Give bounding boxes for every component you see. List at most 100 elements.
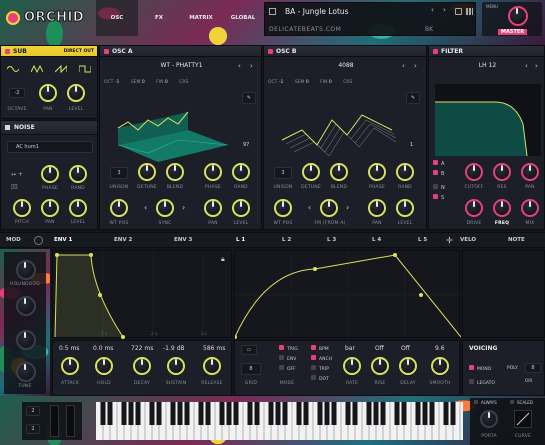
osc-a-oct-value[interactable]: -1 (115, 80, 120, 85)
route-n[interactable]: N (433, 184, 447, 194)
osc-a-detune-knob[interactable] (138, 163, 156, 181)
route-a[interactable]: A (433, 160, 447, 170)
rate-knob[interactable] (343, 357, 361, 375)
tab-matrix[interactable]: MATRIX (180, 0, 222, 36)
lfo-dot-option[interactable]: DOT (311, 375, 332, 385)
osc-b-oct-value[interactable]: -1 (279, 80, 284, 85)
tab-lfo4[interactable]: L 4 (372, 237, 381, 243)
filter-display[interactable] (435, 84, 541, 157)
tab-osc[interactable]: OSC (96, 0, 138, 36)
osc-b-pan-knob[interactable] (368, 199, 386, 217)
noise-rand-knob[interactable] (69, 165, 87, 183)
filter-type[interactable]: LH 12 (479, 62, 496, 69)
macro-3-knob[interactable] (16, 330, 36, 350)
decay-knob[interactable] (133, 357, 151, 375)
osc-b-phase-knob[interactable] (368, 163, 386, 181)
octave-stepper[interactable]: -2 (9, 88, 25, 98)
filter-prev-icon[interactable]: ‹ (525, 62, 528, 70)
filter-drive-knob[interactable] (465, 199, 483, 217)
sub-pan-knob[interactable] (39, 84, 57, 102)
osc-b-edit-button[interactable]: ✎ (406, 92, 420, 104)
next-preset-icon[interactable]: › (443, 6, 446, 14)
square-wave-icon[interactable] (79, 64, 91, 74)
noise-level-knob[interactable] (69, 199, 87, 217)
filter-res-knob[interactable] (493, 163, 511, 181)
pitch-down-stepper[interactable]: 2 (26, 424, 40, 434)
osc-a-edit-button[interactable]: ✎ (242, 92, 256, 104)
release-knob[interactable] (203, 357, 221, 375)
osc-b-wavetable-display[interactable] (272, 90, 398, 168)
menu-label[interactable]: MENU (486, 4, 498, 9)
lock-icon[interactable]: 🔒︎ (221, 255, 225, 264)
osc-a-blend-knob[interactable] (166, 163, 184, 181)
osc-a-next-icon[interactable]: › (250, 62, 253, 70)
porta-knob[interactable] (480, 410, 498, 428)
osc-b-wavetable-name[interactable]: 4088 (338, 62, 353, 69)
pitch-wheel[interactable] (50, 405, 59, 437)
filter-pan-knob[interactable] (521, 163, 539, 181)
osc-a-wavetable-name[interactable]: WT - PHATTY1 (160, 62, 202, 69)
random-icon[interactable] (455, 8, 462, 15)
osc-a-rand-knob[interactable] (232, 163, 250, 181)
osc-a-sem-value[interactable]: 0 (142, 80, 145, 85)
lfo-bpm-option[interactable]: BPM (311, 345, 332, 355)
route-s[interactable]: S (433, 194, 447, 204)
mod-power-icon[interactable] (34, 236, 43, 245)
velo-move-icon[interactable]: ✛ (446, 236, 453, 245)
sine-wave-icon[interactable] (7, 64, 19, 74)
always-option[interactable]: ALWAYS (474, 400, 497, 405)
filter-power[interactable] (433, 48, 438, 54)
pitch-up-stepper[interactable]: 2 (26, 406, 40, 416)
mono-option[interactable]: MONO (469, 365, 491, 372)
osc-a-sync-right-icon[interactable]: › (182, 203, 185, 212)
poly-stepper[interactable]: 8 (525, 363, 541, 373)
osc-b-next-icon[interactable]: › (414, 62, 417, 70)
lfo-trig-option[interactable]: TRIG (279, 345, 298, 355)
noise-power[interactable] (5, 125, 10, 130)
lfo-draw-button[interactable]: ▭ (241, 345, 257, 355)
osc-b-power[interactable] (268, 48, 273, 54)
osc-b-prev-icon[interactable]: ‹ (402, 62, 405, 70)
prev-preset-icon[interactable]: ‹ (431, 6, 434, 14)
filter-next-icon[interactable]: › (535, 62, 538, 70)
tab-lfo5[interactable]: L 5 (418, 237, 427, 243)
lfo-grid-stepper[interactable]: 8 (241, 363, 261, 375)
osc-b-fm-right-icon[interactable]: › (346, 203, 349, 212)
hold-knob[interactable] (95, 357, 113, 375)
osc-a-pan-knob[interactable] (204, 199, 222, 217)
grid-icon[interactable] (466, 8, 473, 15)
noise-preset-select[interactable]: AC hum1 (7, 141, 93, 153)
noise-trigger-icon[interactable]: ↔ + (11, 171, 23, 178)
osc-b-blend-knob[interactable] (330, 163, 348, 181)
osc-a-prev-icon[interactable]: ‹ (238, 62, 241, 70)
legato-option[interactable]: LEGATO (469, 379, 495, 386)
osc-b-frame[interactable]: 1 (410, 142, 413, 148)
route-b[interactable]: B (433, 170, 447, 184)
sub-level-knob[interactable] (67, 84, 85, 102)
noise-phase-knob[interactable] (41, 165, 59, 183)
saw-wave-icon[interactable] (55, 64, 67, 74)
mod-wheel[interactable] (66, 405, 75, 437)
scaled-option[interactable]: SCALED (510, 400, 533, 405)
lfo-off-option[interactable]: OFF (279, 365, 298, 375)
delay-knob[interactable] (399, 357, 417, 375)
tab-lfo3[interactable]: L 3 (327, 237, 336, 243)
save-icon[interactable] (269, 8, 276, 15)
osc-a-unison-stepper[interactable]: 3 (110, 167, 128, 179)
envelope-display[interactable]: 1 s 2 s 3 s (52, 250, 232, 339)
osc-a-sync-knob[interactable] (156, 199, 174, 217)
osc-a-wtpos-knob[interactable] (110, 199, 128, 217)
master-knob[interactable] (508, 6, 528, 26)
osc-b-sem-value[interactable]: 0 (306, 80, 309, 85)
lfo-anch-option[interactable]: ANCH (311, 355, 332, 365)
osc-a-fin-value[interactable]: 0 (165, 80, 168, 85)
tab-env2[interactable]: ENV 2 (114, 237, 132, 243)
osc-a-frame[interactable]: 97 (243, 142, 249, 148)
tab-env3[interactable]: ENV 3 (174, 237, 192, 243)
osc-a-power[interactable] (104, 48, 109, 54)
osc-b-fm-left-icon[interactable]: ‹ (308, 203, 311, 212)
lfo-display[interactable] (233, 250, 462, 339)
osc-b-fm-knob[interactable] (320, 199, 338, 217)
attack-knob[interactable] (61, 357, 79, 375)
macro-4-knob[interactable] (16, 362, 36, 382)
